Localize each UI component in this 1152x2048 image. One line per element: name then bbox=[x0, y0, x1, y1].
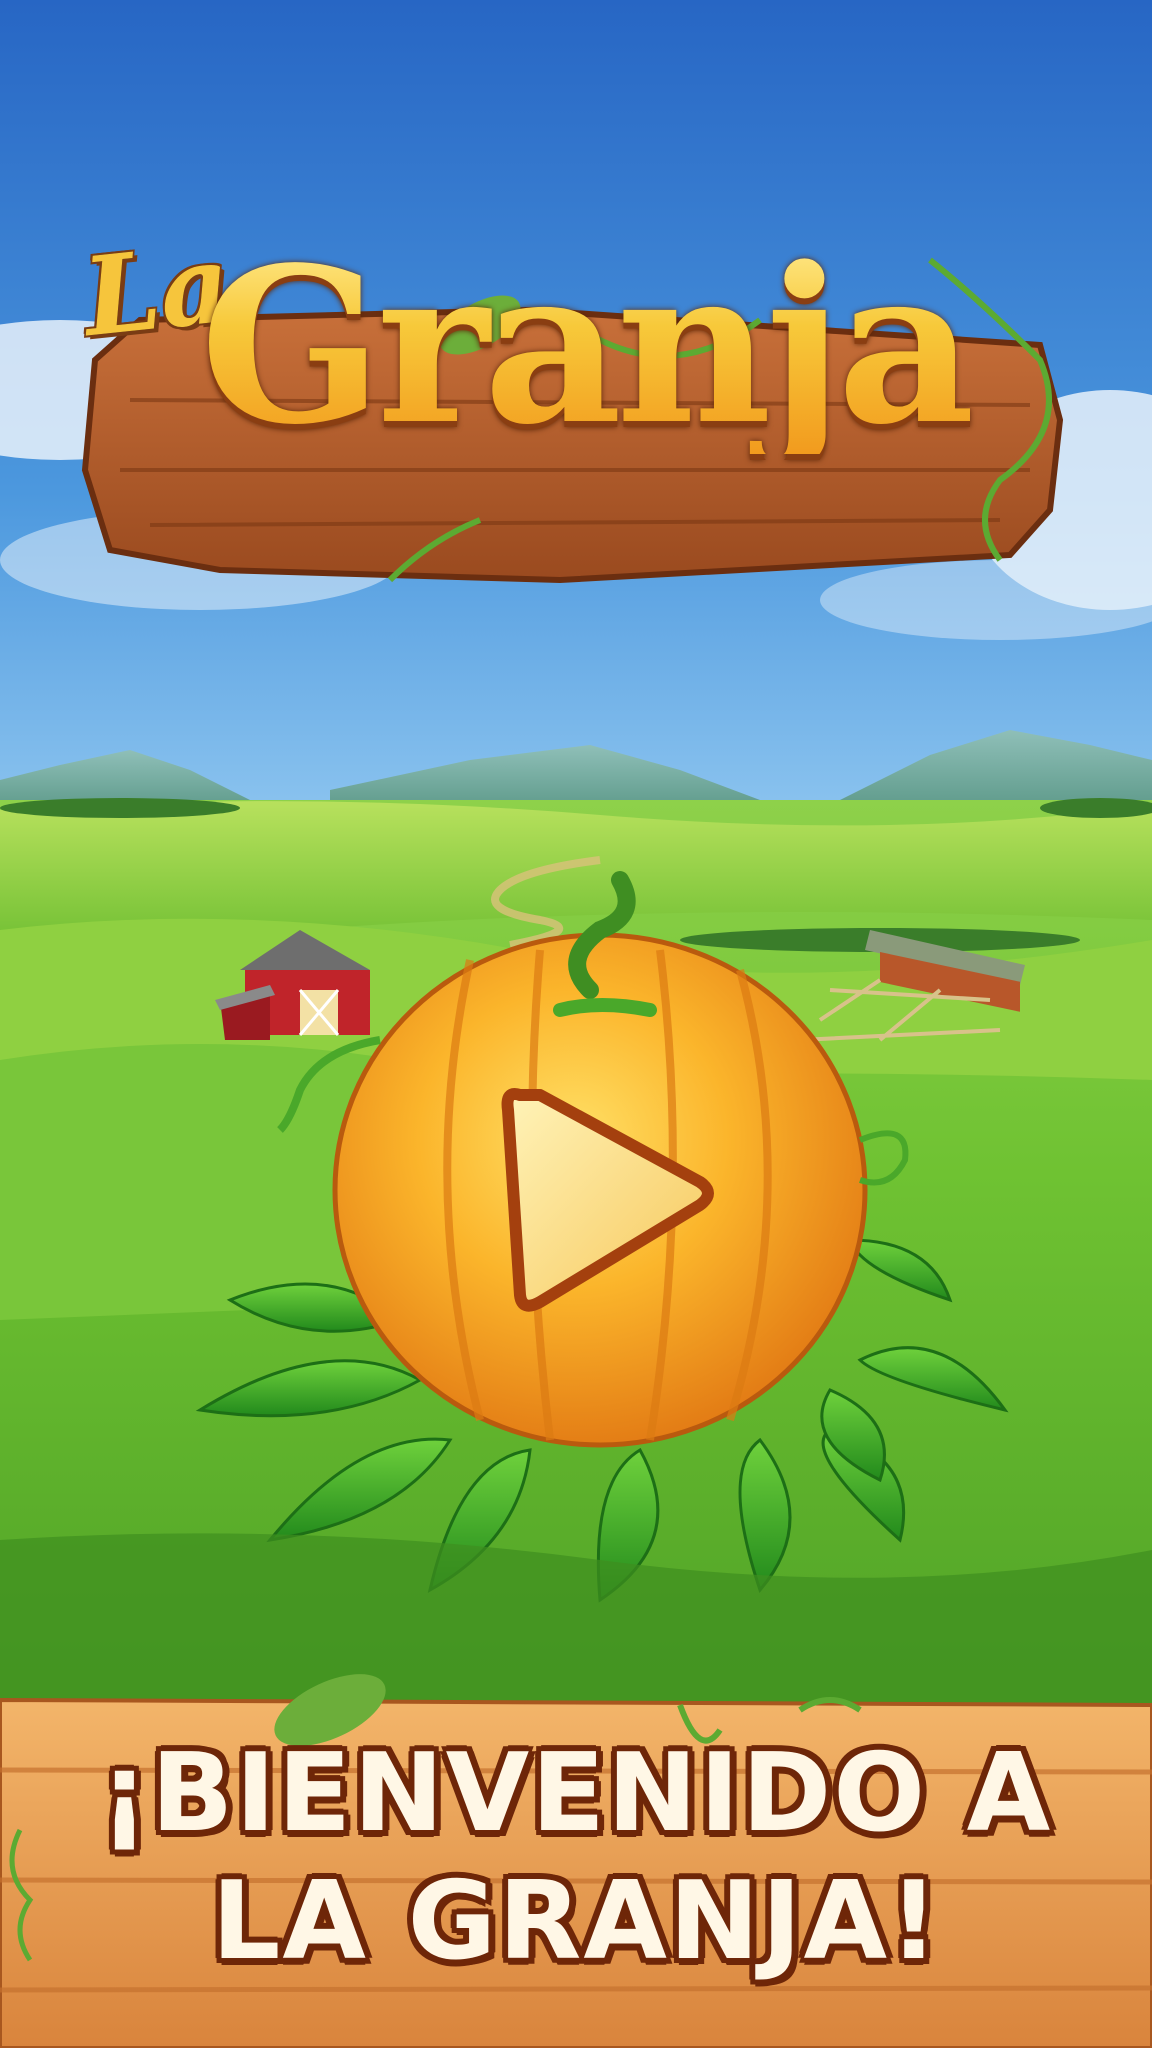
logo-title: Granja bbox=[200, 221, 976, 472]
welcome-line-2: LA GRANJA! bbox=[211, 1859, 941, 1984]
welcome-banner: ¡BIENVENIDO A LA GRANJA! bbox=[0, 1730, 1152, 1986]
welcome-line-1: ¡BIENVENIDO A bbox=[99, 1731, 1053, 1856]
